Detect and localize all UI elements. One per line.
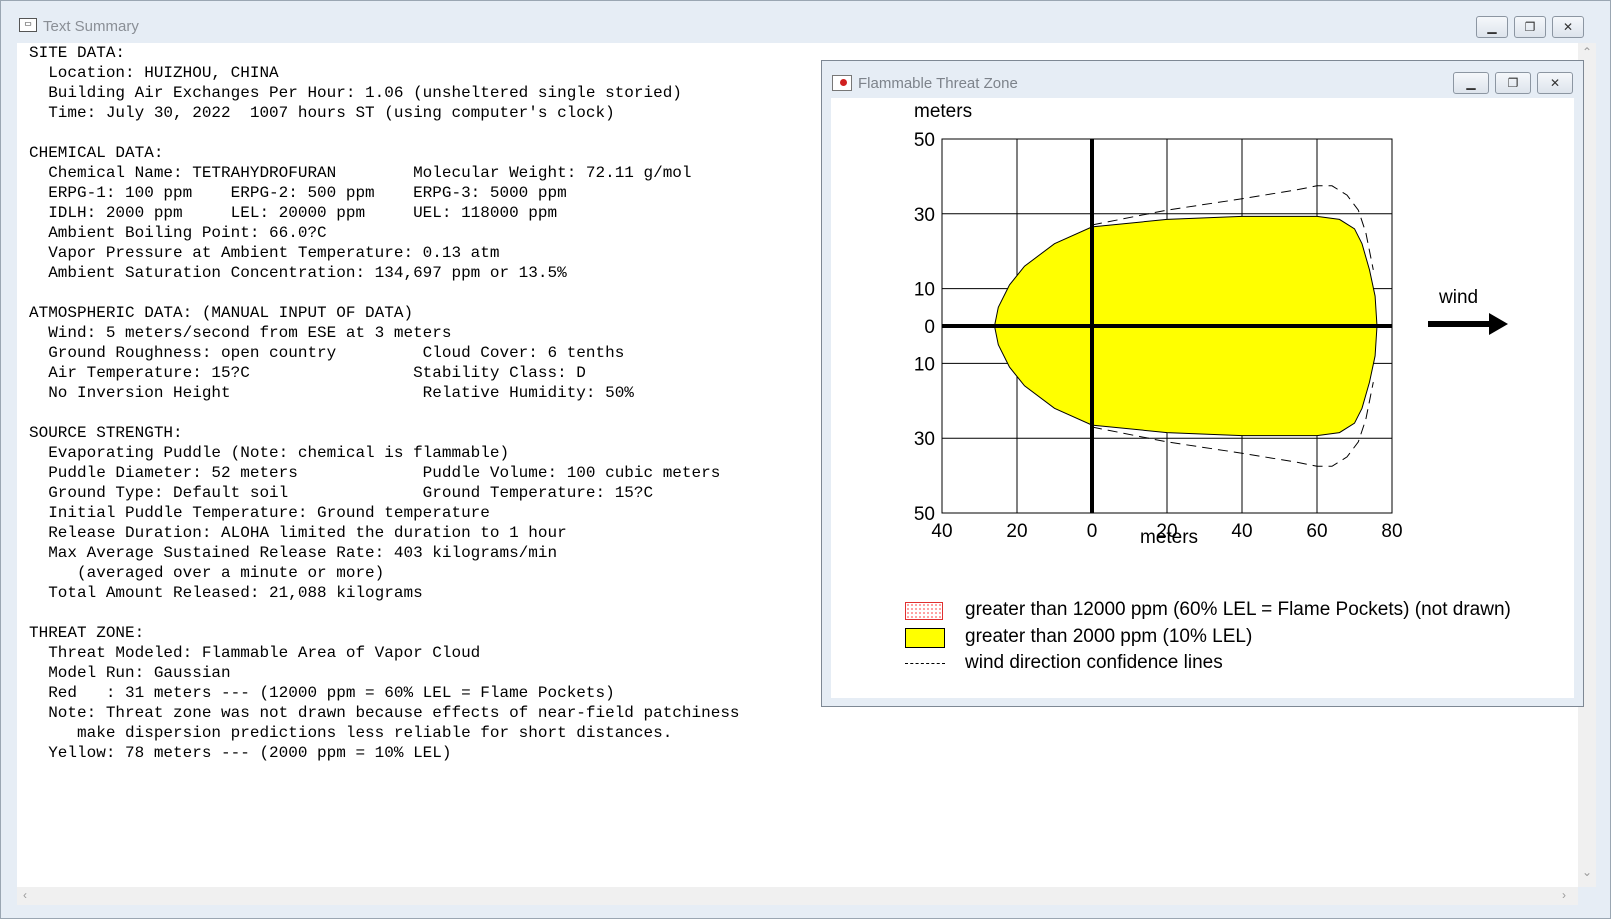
- close-button[interactable]: ✕: [1552, 16, 1584, 38]
- scroll-up-icon[interactable]: ⌃: [1582, 45, 1592, 59]
- maximize-icon: ❐: [1507, 76, 1519, 90]
- threat-maximize-button[interactable]: ❐: [1495, 72, 1531, 94]
- x-tick-label: 20: [1006, 521, 1027, 542]
- title-bar[interactable]: ▭ Text Summary ▁ ❐ ✕: [1, 1, 1610, 43]
- scroll-down-icon[interactable]: ⌄: [1582, 865, 1592, 879]
- window-title: Text Summary: [43, 18, 139, 35]
- wind-arrow-icon: [1428, 313, 1508, 335]
- y-tick-label: 50: [914, 504, 935, 525]
- app-icon[interactable]: ▭: [19, 18, 37, 32]
- y-axis-label: meters: [914, 101, 972, 122]
- threat-zone-plot-area: 40 20 0 20 40 60 80 50 30 10 0 10 30 50 meters meter…: [831, 98, 1574, 698]
- x-tick-label: 60: [1306, 521, 1327, 542]
- x-tick-label: 0: [1087, 521, 1098, 542]
- yellow-swatch: [905, 628, 945, 648]
- maximize-button[interactable]: ❐: [1514, 16, 1546, 38]
- x-axis-label: meters: [1140, 527, 1198, 548]
- y-tick-label: 10: [914, 354, 935, 375]
- dashed-line-swatch: [905, 663, 945, 664]
- minimize-icon: ▁: [1466, 76, 1476, 90]
- x-tick-label: 80: [1381, 521, 1402, 542]
- threat-close-button[interactable]: ✕: [1537, 72, 1573, 94]
- summary-text: SITE DATA: Location: HUIZHOU, CHINA Buil…: [29, 44, 740, 762]
- scroll-right-icon[interactable]: ›: [1562, 888, 1566, 902]
- minimize-button[interactable]: ▁: [1476, 16, 1508, 38]
- maximize-icon: ❐: [1524, 20, 1536, 34]
- threat-zone-window[interactable]: Flammable Threat Zone ▁ ❐ ✕ 40 20 0 20 40 60 8…: [821, 60, 1584, 707]
- x-tick-label: 40: [1231, 521, 1252, 542]
- y-tick-label: 30: [914, 429, 935, 450]
- wind-label: wind: [1438, 287, 1478, 308]
- y-tick-labels: 50 30 10 0 10 30 50: [914, 130, 935, 525]
- threat-minimize-button[interactable]: ▁: [1453, 72, 1489, 94]
- chart-icon[interactable]: [832, 75, 852, 91]
- threat-window-title: Flammable Threat Zone: [858, 75, 1018, 92]
- y-tick-label: 30: [914, 205, 935, 226]
- y-tick-label: 50: [914, 130, 935, 151]
- close-icon: ✕: [1549, 76, 1561, 90]
- scroll-left-icon[interactable]: ‹: [23, 888, 27, 902]
- y-tick-label: 0: [924, 317, 935, 338]
- y-tick-label: 10: [914, 280, 935, 301]
- horizontal-scrollbar[interactable]: ‹ ›: [17, 887, 1578, 905]
- close-icon: ✕: [1562, 20, 1574, 34]
- red-dotted-swatch: [905, 602, 943, 620]
- minimize-icon: ▁: [1487, 20, 1497, 34]
- text-summary-window: ▭ Text Summary ▁ ❐ ✕ SITE DATA: Location…: [0, 0, 1611, 919]
